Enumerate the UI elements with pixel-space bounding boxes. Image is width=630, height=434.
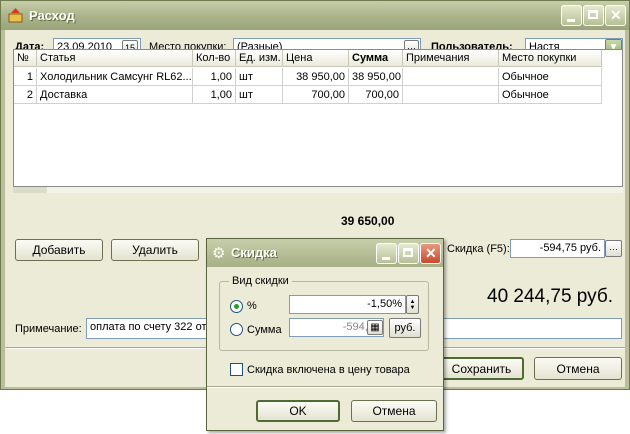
scrollbar-thumb[interactable] [13, 187, 47, 193]
column-header-number[interactable]: № [14, 50, 37, 67]
close-icon: ✕ [425, 245, 437, 261]
discount-value: -594,75 руб. [539, 242, 601, 254]
table-row-1-notes[interactable] [403, 68, 499, 86]
table-row-2-unit[interactable]: шт [236, 86, 283, 104]
discount-type-group [219, 281, 429, 351]
percent-value: -1,50% [367, 298, 402, 310]
table-row-1-number[interactable]: 1 [14, 68, 37, 86]
percent-radio[interactable] [230, 300, 243, 313]
table-row-2-sum[interactable]: 700,00 [349, 86, 403, 104]
column-header-unit[interactable]: Ед. изм. [236, 50, 283, 67]
column-header-price[interactable]: Цена [283, 50, 349, 67]
note-label: Примечание: [15, 323, 82, 335]
dialog-ok-button[interactable]: OK [256, 400, 340, 422]
discount-ellipsis-button[interactable]: ··· [605, 240, 622, 257]
dialog-minimize-button[interactable] [376, 243, 397, 264]
maximize-button[interactable] [583, 5, 604, 26]
discount-dialog: ⚙ Скидка ✕ Вид скидки % -1,50% ▲ ▼ Сумма… [206, 238, 444, 431]
dialog-title: Скидка [231, 245, 277, 260]
delete-button[interactable]: Удалить [111, 239, 199, 261]
table-row-1-price[interactable]: 38 950,00 [283, 68, 349, 86]
items-grid[interactable]: № Статья Кол-во Ед. изм. Цена Сумма Прим… [13, 49, 623, 187]
table-row-1-item[interactable]: Холодильник Самсунг RL62... [37, 68, 193, 86]
table-row-1-unit[interactable]: шт [236, 68, 283, 86]
app-icon [8, 8, 23, 23]
add-button[interactable]: Добавить [15, 239, 103, 261]
table-row-1-qty[interactable]: 1,00 [193, 68, 236, 86]
discount-label: Скидка (F5): [447, 243, 510, 255]
window-title: Расход [29, 8, 75, 23]
dialog-cancel-button[interactable]: Отмена [351, 400, 437, 422]
table-row-2-notes[interactable] [403, 86, 499, 104]
percent-spinner[interactable]: ▲ ▼ [406, 295, 419, 314]
discount-field[interactable]: -594,75 руб. [510, 239, 605, 258]
column-header-place[interactable]: Место покупки [499, 50, 602, 67]
group-label: Вид скидки [229, 275, 292, 287]
save-button[interactable]: Сохранить [439, 357, 524, 380]
column-header-item[interactable]: Статья [37, 50, 193, 67]
column-header-notes[interactable]: Примечания [403, 50, 499, 67]
sum-calculator-button[interactable]: ▦ [367, 320, 383, 335]
table-row-2-place[interactable]: Обычное [499, 86, 602, 104]
table-row-2-number[interactable]: 2 [14, 86, 37, 104]
calculator-icon: ▦ [370, 322, 380, 333]
close-icon: ✕ [610, 7, 622, 23]
table-row-2-qty[interactable]: 1,00 [193, 86, 236, 104]
column-header-qty[interactable]: Кол-во [193, 50, 236, 67]
included-checkbox[interactable] [230, 363, 243, 376]
minimize-button[interactable] [561, 5, 582, 26]
included-label: Скидка включена в цену товара [247, 364, 410, 376]
sum-radio[interactable] [230, 323, 243, 336]
dialog-maximize-button[interactable] [398, 243, 419, 264]
grid-total: 39 650,00 [341, 214, 395, 228]
table-row-2-price[interactable]: 700,00 [283, 86, 349, 104]
dialog-title-bar[interactable]: ⚙ Скидка ✕ [207, 239, 443, 267]
percent-label: % [247, 300, 257, 312]
note-value: оплата по счету 322 от [90, 321, 207, 333]
table-row-2-item[interactable]: Доставка [37, 86, 193, 104]
percent-field[interactable]: -1,50% [289, 295, 406, 314]
gear-icon: ⚙ [212, 245, 226, 262]
grid-horizontal-scrollbar[interactable] [13, 187, 623, 193]
grand-total: 40 244,75 руб. [487, 286, 614, 307]
cancel-button[interactable]: Отмена [534, 357, 622, 380]
currency-label: руб. [389, 318, 421, 338]
currency-text: руб. [394, 322, 416, 334]
table-row-1-place[interactable]: Обычное [499, 68, 602, 86]
dialog-close-button[interactable]: ✕ [420, 243, 441, 264]
dialog-divider [207, 386, 443, 388]
ellipsis-icon: ··· [609, 243, 618, 254]
title-bar[interactable]: Расход ✕ [1, 1, 629, 30]
table-row-1-sum[interactable]: 38 950,00 [349, 68, 403, 86]
sum-label: Сумма [247, 324, 282, 336]
column-header-sum[interactable]: Сумма [349, 50, 403, 67]
chevron-down-icon: ▼ [409, 304, 416, 311]
close-window-button[interactable]: ✕ [605, 5, 626, 26]
